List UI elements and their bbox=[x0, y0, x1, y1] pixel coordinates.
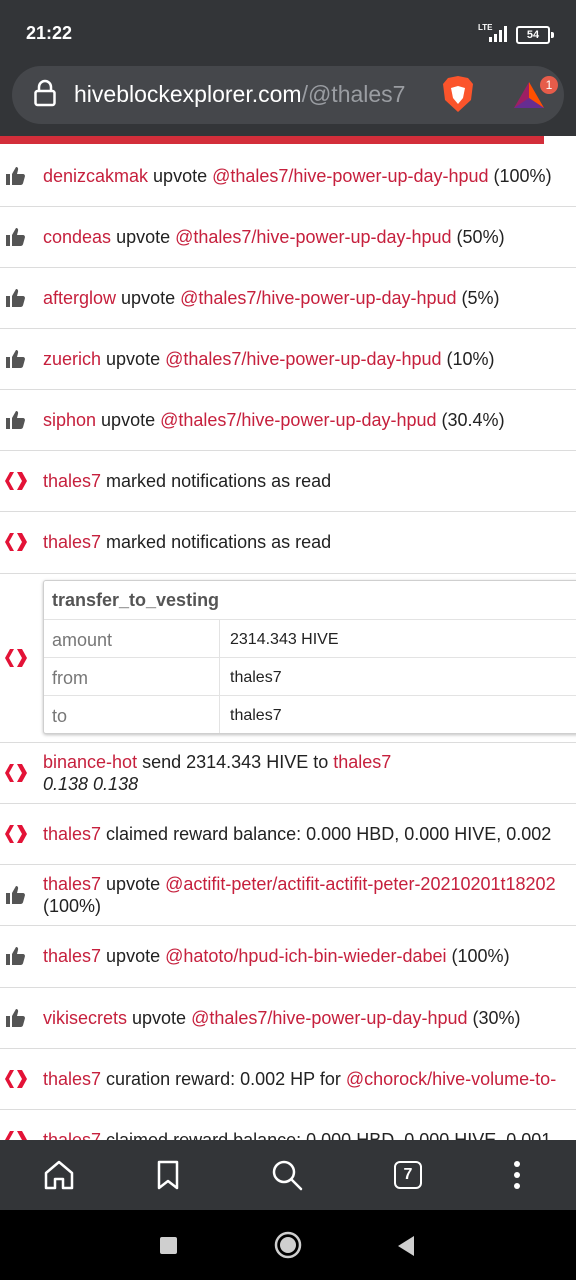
activity-feed[interactable]: denizcakmak upvote @thales7/hive-power-u… bbox=[0, 146, 576, 1140]
post-link[interactable]: @thales7/hive-power-up-day-hpud bbox=[175, 227, 451, 247]
list-item: thales7 claimed reward balance: 0.000 HB… bbox=[0, 1110, 576, 1140]
home-button[interactable] bbox=[274, 1231, 302, 1259]
operation-type: transfer_to_vesting bbox=[44, 581, 576, 620]
recents-button[interactable] bbox=[160, 1237, 177, 1254]
list-item: thales7 marked notifications as read bbox=[0, 512, 576, 574]
memo-text: 0.138 0.138 bbox=[43, 774, 139, 794]
list-item: condeas upvote @thales7/hive-power-up-da… bbox=[0, 207, 576, 268]
hive-logo-icon bbox=[5, 472, 27, 490]
actor-link[interactable]: thales7 bbox=[43, 471, 101, 491]
address-bar[interactable]: hiveblockexplorer.com/@thales7 1 bbox=[12, 66, 564, 124]
actor-link[interactable]: thales7 bbox=[43, 1130, 101, 1140]
thumbs-up-icon bbox=[6, 350, 25, 368]
post-link[interactable]: @chorock/hive-volume-to- bbox=[346, 1069, 556, 1089]
list-item: thales7 claimed reward balance: 0.000 HB… bbox=[0, 804, 576, 865]
actor-link[interactable]: denizcakmak bbox=[43, 166, 148, 186]
actor-link[interactable]: thales7 bbox=[43, 874, 101, 894]
hive-logo-icon bbox=[5, 764, 27, 782]
tab-count: 7 bbox=[394, 1161, 422, 1189]
browser-bottom-bar: 7 bbox=[0, 1140, 576, 1210]
actor-link[interactable]: thales7 bbox=[43, 946, 101, 966]
actor-link[interactable]: thales7 bbox=[43, 1069, 101, 1089]
operation-table: transfer_to_vesting amount 2314.343 HIVE … bbox=[43, 580, 576, 734]
search-icon[interactable] bbox=[270, 1158, 304, 1192]
hive-logo-icon bbox=[5, 533, 27, 551]
more-menu-icon[interactable] bbox=[500, 1158, 534, 1192]
list-item: transfer_to_vesting amount 2314.343 HIVE … bbox=[0, 574, 576, 743]
post-link[interactable]: @hatoto/hpud-ich-bin-wieder-dabei bbox=[165, 946, 446, 966]
hive-logo-icon bbox=[5, 1131, 27, 1140]
url-text[interactable]: hiveblockexplorer.com/@thales7 bbox=[74, 81, 405, 108]
actor-link[interactable]: binance-hot bbox=[43, 752, 137, 772]
list-item: siphon upvote @thales7/hive-power-up-day… bbox=[0, 390, 576, 451]
lock-icon[interactable] bbox=[34, 79, 56, 107]
list-item: zuerich upvote @thales7/hive-power-up-da… bbox=[0, 329, 576, 390]
actor-link[interactable]: thales7 bbox=[43, 532, 101, 552]
list-item: thales7 curation reward: 0.002 HP for @c… bbox=[0, 1049, 576, 1110]
thumbs-up-icon bbox=[6, 947, 25, 965]
bookmark-icon[interactable] bbox=[151, 1158, 185, 1192]
post-link[interactable]: @thales7/hive-power-up-day-hpud bbox=[212, 166, 488, 186]
actor-link[interactable]: thales7 bbox=[43, 824, 101, 844]
list-item: denizcakmak upvote @thales7/hive-power-u… bbox=[0, 146, 576, 207]
rewards-badge: 1 bbox=[540, 76, 558, 94]
brave-shields-icon[interactable] bbox=[440, 74, 476, 114]
signal-icon bbox=[489, 26, 507, 42]
thumbs-up-icon bbox=[6, 886, 25, 904]
rewards-button[interactable]: 1 bbox=[512, 76, 558, 115]
list-item: thales7 marked notifications as read bbox=[0, 451, 576, 512]
system-navigation-bar bbox=[0, 1210, 576, 1280]
list-item: thales7 upvote @hatoto/hpud-ich-bin-wied… bbox=[0, 926, 576, 988]
tabs-button[interactable]: 7 bbox=[394, 1161, 428, 1195]
table-row: to thales7 bbox=[44, 696, 576, 733]
thumbs-up-icon bbox=[6, 411, 25, 429]
actor-link[interactable]: vikisecrets bbox=[43, 1008, 127, 1028]
back-button[interactable] bbox=[396, 1235, 416, 1257]
thumbs-up-icon bbox=[6, 167, 25, 185]
table-row: from thales7 bbox=[44, 658, 576, 696]
actor-link[interactable]: condeas bbox=[43, 227, 111, 247]
actor-link[interactable]: siphon bbox=[43, 410, 96, 430]
status-bar: 21:22 LTE 54 bbox=[0, 0, 576, 66]
post-link[interactable]: @thales7/hive-power-up-day-hpud bbox=[165, 349, 441, 369]
hive-logo-icon bbox=[5, 649, 27, 667]
browser-toolbar: hiveblockexplorer.com/@thales7 1 bbox=[0, 66, 576, 136]
post-link[interactable]: @thales7/hive-power-up-day-hpud bbox=[191, 1008, 467, 1028]
list-item: vikisecrets upvote @thales7/hive-power-u… bbox=[0, 988, 576, 1049]
post-link[interactable]: @actifit-peter/actifit-actifit-peter-202… bbox=[165, 874, 555, 894]
actor-link[interactable]: zuerich bbox=[43, 349, 101, 369]
hive-logo-icon bbox=[5, 825, 27, 843]
home-icon[interactable] bbox=[42, 1158, 76, 1192]
battery-indicator: 54 bbox=[516, 26, 554, 44]
actor-link[interactable]: afterglow bbox=[43, 288, 116, 308]
url-path: /@thales7 bbox=[301, 81, 406, 107]
clock: 21:22 bbox=[26, 23, 73, 43]
list-item: thales7 upvote @actifit-peter/actifit-ac… bbox=[0, 865, 576, 926]
page-load-progress bbox=[0, 136, 576, 146]
table-row: amount 2314.343 HIVE bbox=[44, 620, 576, 658]
thumbs-up-icon bbox=[6, 1009, 25, 1027]
url-domain: hiveblockexplorer.com bbox=[74, 81, 302, 107]
list-item: afterglow upvote @thales7/hive-power-up-… bbox=[0, 268, 576, 329]
thumbs-up-icon bbox=[6, 289, 25, 307]
post-link[interactable]: @thales7/hive-power-up-day-hpud bbox=[180, 288, 456, 308]
recipient-link[interactable]: thales7 bbox=[333, 752, 391, 772]
post-link[interactable]: @thales7/hive-power-up-day-hpud bbox=[160, 410, 436, 430]
hive-logo-icon bbox=[5, 1070, 27, 1088]
list-item: binance-hot send 2314.343 HIVE to thales… bbox=[0, 743, 576, 804]
thumbs-up-icon bbox=[6, 228, 25, 246]
